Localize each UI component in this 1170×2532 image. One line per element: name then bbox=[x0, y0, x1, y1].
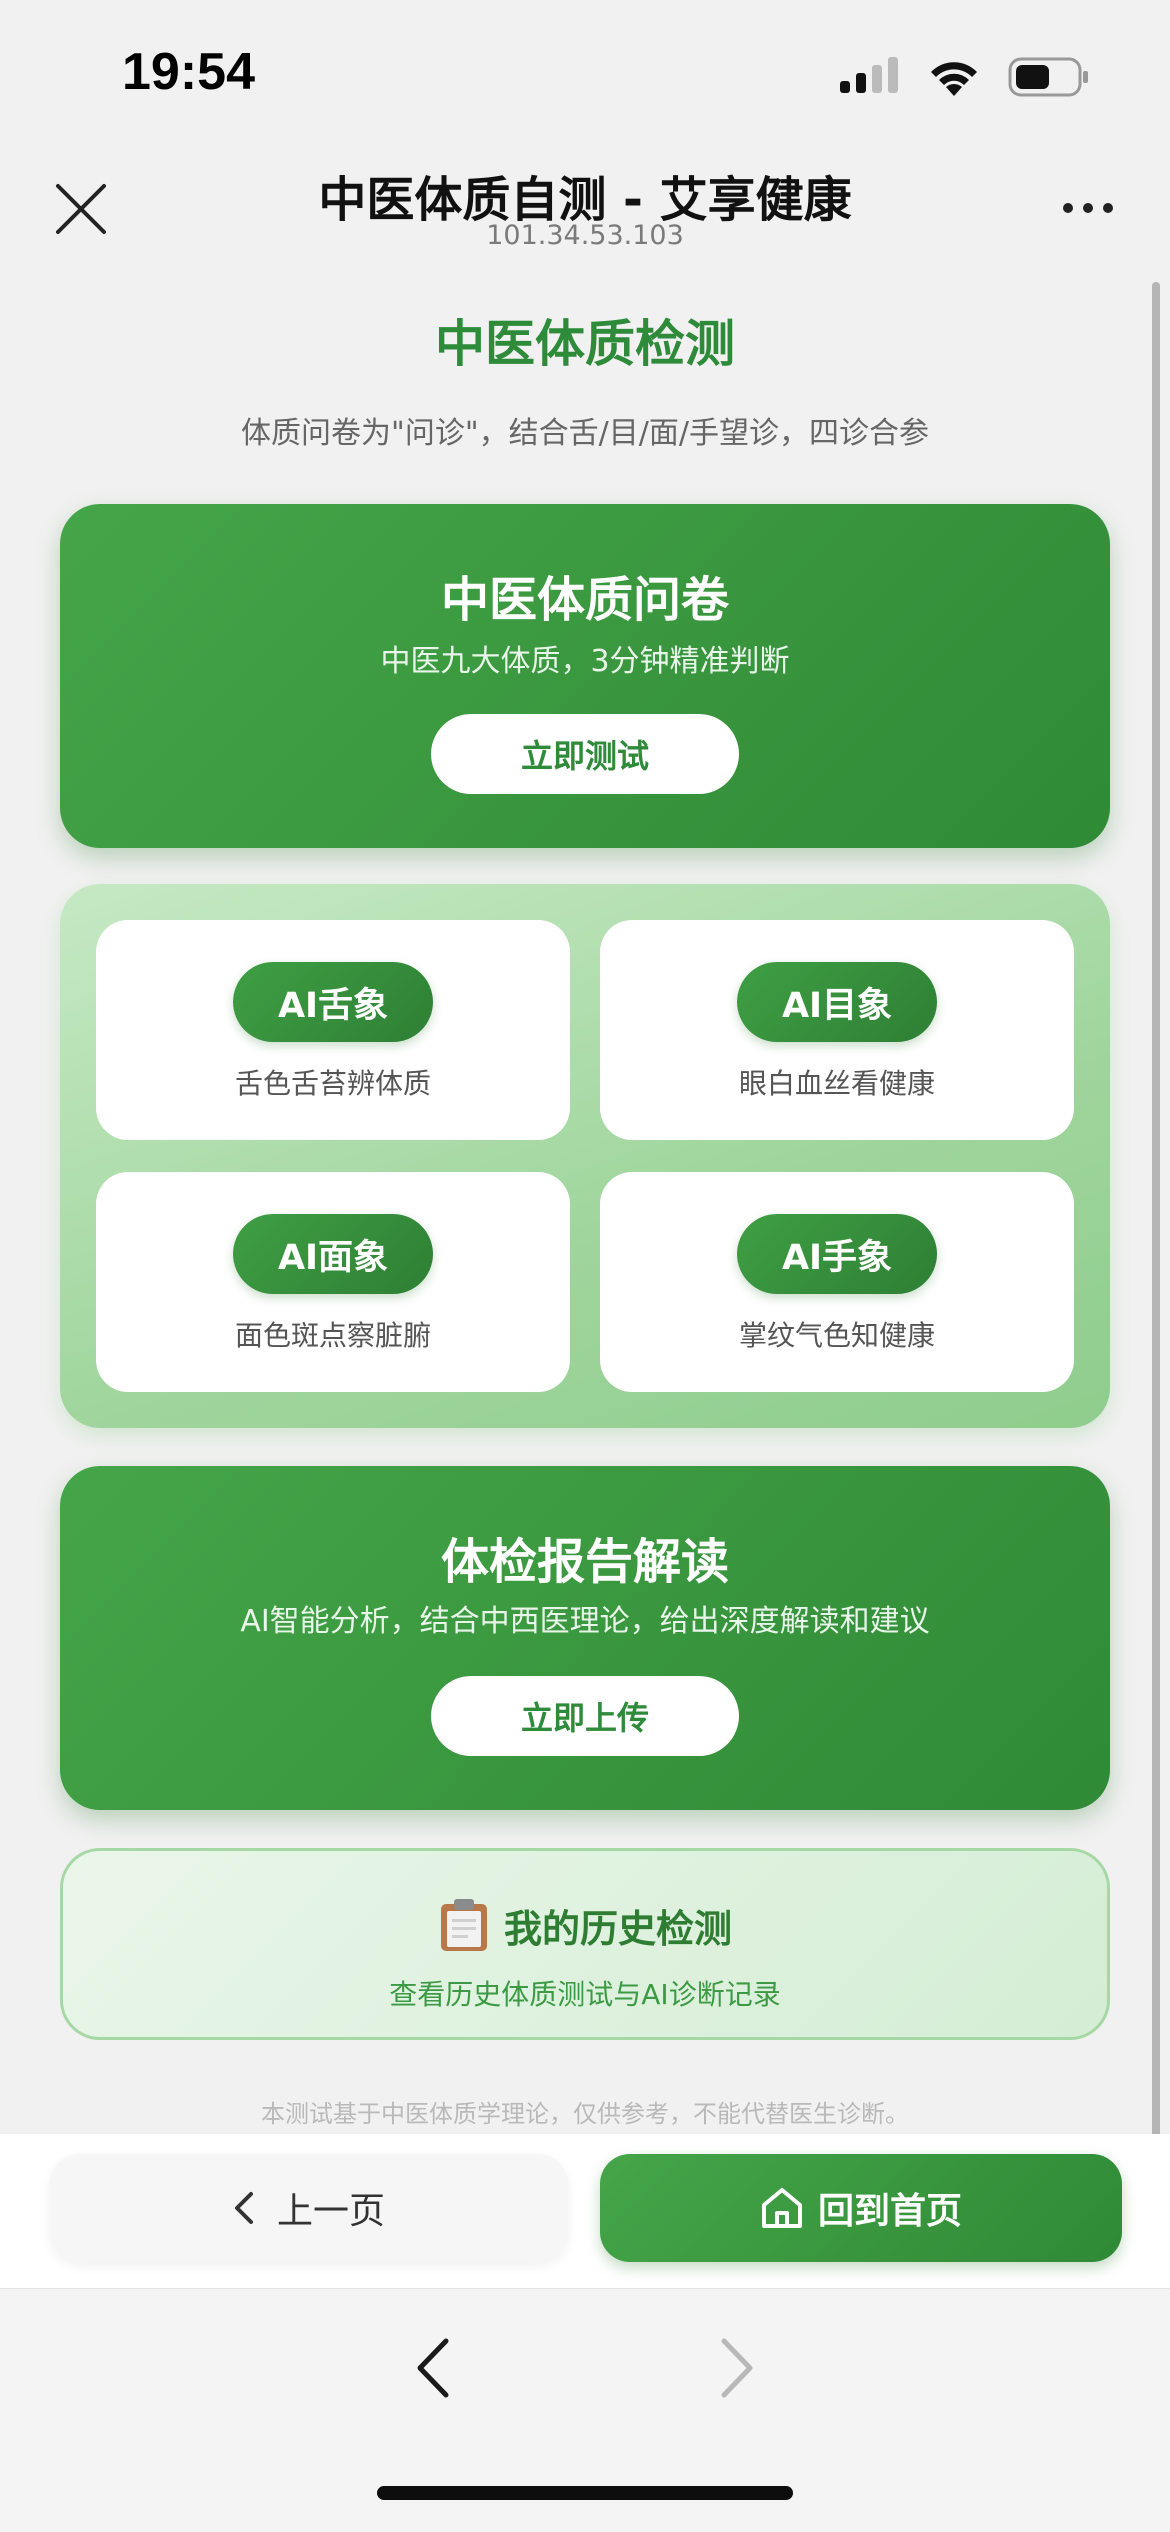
history-subtitle: 查看历史体质测试与AI诊断记录 bbox=[389, 1978, 781, 2011]
report-card[interactable]: 体检报告解读 AI智能分析，结合中西医理论，给出深度解读和建议 立即上传 bbox=[60, 1466, 1110, 1810]
ai-face-badge[interactable]: AI面象 bbox=[233, 1214, 433, 1294]
ai-diagnosis-panel: AI舌象 舌色舌苔辨体质 AI目象 眼白血丝看健康 AI面象 面色斑点察脏腑 A… bbox=[60, 884, 1110, 1428]
questionnaire-title: 中医体质问卷 bbox=[440, 572, 729, 628]
report-title: 体检报告解读 bbox=[440, 1534, 729, 1590]
home-label: 回到首页 bbox=[817, 2191, 962, 2232]
ai-tongue-desc: 舌色舌苔辨体质 bbox=[234, 1067, 431, 1100]
ai-hand-tile[interactable]: AI手象 掌纹气色知健康 bbox=[600, 1172, 1074, 1392]
ai-tongue-tile[interactable]: AI舌象 舌色舌苔辨体质 bbox=[96, 920, 570, 1140]
home-indicator bbox=[377, 2486, 793, 2500]
report-subtitle: AI智能分析，结合中西医理论，给出深度解读和建议 bbox=[240, 1604, 930, 1639]
wifi-icon bbox=[931, 62, 977, 96]
ai-hand-desc: 掌纹气色知健康 bbox=[738, 1319, 935, 1352]
home-icon bbox=[761, 2188, 802, 2228]
clipboard-icon bbox=[440, 1899, 487, 1951]
ai-eye-tile[interactable]: AI目象 眼白血丝看健康 bbox=[600, 920, 1074, 1140]
status-icons bbox=[840, 52, 1090, 102]
ai-tongue-badge[interactable]: AI舌象 bbox=[233, 962, 433, 1042]
upload-button[interactable]: 立即上传 bbox=[431, 1676, 739, 1756]
ai-hand-badge[interactable]: AI手象 bbox=[737, 1214, 937, 1294]
prev-page-label: 上一页 bbox=[276, 2191, 385, 2232]
page-url: 101.34.53.103 bbox=[486, 220, 684, 251]
ai-eye-desc: 眼白血丝看健康 bbox=[738, 1067, 935, 1100]
battery-icon bbox=[1008, 57, 1088, 97]
history-title: 我的历史检测 bbox=[503, 1906, 732, 1951]
action-bar: 上一页 回到首页 bbox=[0, 2134, 1170, 2288]
questionnaire-card[interactable]: 中医体质问卷 中医九大体质，3分钟精准判断 立即测试 bbox=[60, 504, 1110, 848]
more-icon[interactable] bbox=[1060, 200, 1116, 216]
ai-face-tile[interactable]: AI面象 面色斑点察脏腑 bbox=[96, 1172, 570, 1392]
cellular-signal-icon bbox=[840, 57, 898, 93]
main-content[interactable]: 中医体质检测 体质问卷为"问诊"，结合舌/目/面/手望诊，四诊合参 中医体质问卷… bbox=[0, 274, 1170, 2152]
section-description: 体质问卷为"问诊"，结合舌/目/面/手望诊，四诊合参 bbox=[241, 416, 929, 451]
section-heading: 中医体质检测 bbox=[435, 315, 735, 373]
scrollbar[interactable] bbox=[1152, 282, 1160, 2152]
start-test-button[interactable]: 立即测试 bbox=[431, 714, 739, 794]
home-button[interactable]: 回到首页 bbox=[600, 2154, 1122, 2262]
nav-bar: 中医体质自测 - 艾享健康 101.34.53.103 bbox=[0, 140, 1170, 274]
chevron-left-icon bbox=[234, 2192, 253, 2224]
history-title-row: 我的历史检测 bbox=[63, 1897, 1107, 1953]
ai-eye-badge[interactable]: AI目象 bbox=[737, 962, 937, 1042]
prev-page-button[interactable]: 上一页 bbox=[50, 2154, 568, 2262]
history-card[interactable]: 我的历史检测 查看历史体质测试与AI诊断记录 bbox=[60, 1848, 1110, 2040]
status-bar: 19:54 bbox=[0, 0, 1170, 140]
browser-forward-icon[interactable] bbox=[712, 2333, 762, 2403]
disclaimer: 本测试基于中医体质学理论，仅供参考，不能代替医生诊断。 bbox=[261, 2100, 909, 2128]
questionnaire-subtitle: 中医九大体质，3分钟精准判断 bbox=[380, 644, 790, 679]
browser-back-icon[interactable] bbox=[408, 2333, 458, 2403]
status-time: 19:54 bbox=[122, 43, 255, 101]
ai-face-desc: 面色斑点察脏腑 bbox=[234, 1319, 431, 1352]
